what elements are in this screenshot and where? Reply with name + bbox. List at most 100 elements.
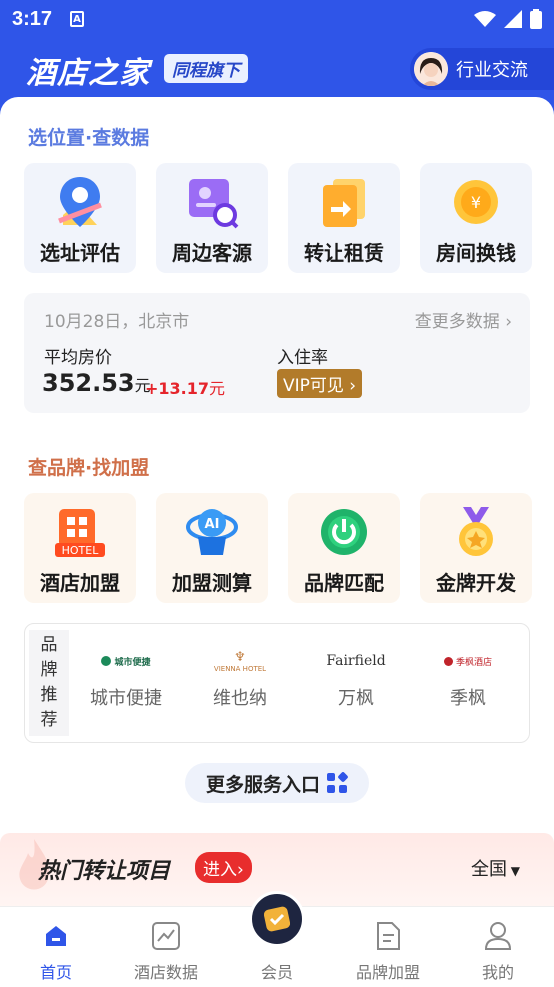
tab-brand-franchise[interactable]: 品牌加盟	[338, 919, 438, 983]
chevron-right-icon: ›	[343, 376, 357, 396]
hotel-icon: HOTEL	[53, 505, 107, 559]
main-content: 选位置·查数据 选址评估 周边客源 转让租赁 ¥ 房间换钱 10月28日，北京市…	[0, 97, 554, 987]
price-delta-unit: 元	[209, 379, 226, 398]
region-label: 全国	[470, 859, 507, 880]
brand-logo-jifeng: 季枫酒店	[423, 646, 513, 676]
tab-hotel-data[interactable]: 酒店数据	[116, 919, 216, 983]
tile-label: 房间换钱	[436, 241, 516, 265]
tab-label: 首页	[39, 963, 72, 982]
more-data-link[interactable]: 查更多数据 ›	[415, 307, 512, 332]
battery-icon	[530, 9, 542, 29]
tab-label: 酒店数据	[133, 963, 198, 982]
tile-label: 加盟测算	[172, 571, 252, 595]
coin-icon: ¥	[449, 175, 503, 229]
tile-label: 周边客源	[172, 241, 252, 265]
brand-name: 季枫	[450, 688, 486, 709]
section-title-brand: 查品牌·找加盟	[28, 457, 150, 479]
grid-icon	[327, 772, 348, 793]
enter-label: 进入	[203, 860, 237, 880]
profile-icon	[448, 919, 548, 953]
tile-hotel-franchise[interactable]: HOTEL 酒店加盟	[24, 493, 136, 603]
brand-name: 维也纳	[213, 688, 267, 709]
status-bar: 3:17 A	[0, 0, 554, 38]
brand-item[interactable]: ♆ VIENNA HOTEL 维也纳	[195, 646, 285, 710]
brand-item[interactable]: 城市便捷 城市便捷	[81, 646, 171, 710]
more-services-label: 更多服务入口	[205, 773, 320, 796]
location-tools: 选址评估 周边客源 转让租赁 ¥ 房间换钱	[24, 163, 532, 273]
price-delta: +13.17元	[145, 375, 225, 399]
avg-price-label: 平均房价	[44, 348, 112, 368]
tile-transfer-lease[interactable]: 转让租赁	[288, 163, 400, 273]
brand-item[interactable]: 季枫酒店 季枫	[423, 646, 513, 710]
svg-text:AI: AI	[205, 517, 220, 532]
brand-logo-chengshi: 城市便捷	[81, 646, 171, 676]
vip-label: VIP可见	[283, 376, 344, 396]
tile-nearby-customers[interactable]: 周边客源	[156, 163, 268, 273]
app-logo: 酒店之家	[26, 56, 150, 91]
status-icons	[474, 9, 542, 29]
map-pin-icon	[53, 175, 107, 229]
region-selector[interactable]: 全国 ▼	[471, 855, 520, 881]
brand-recommendations: 品 牌 推 荐 城市便捷 城市便捷 ♆ VIENNA HOTEL 维也纳 Fair…	[24, 623, 530, 743]
tile-label: 酒店加盟	[40, 571, 120, 595]
chevron-right-icon: ›	[237, 860, 244, 880]
member-icon	[249, 891, 305, 947]
more-services-button[interactable]: 更多服务入口	[185, 763, 369, 803]
vip-visible-button[interactable]: VIP可见 ›	[277, 369, 363, 398]
tile-label: 品牌匹配	[304, 571, 384, 595]
more-data-label: 查更多数据	[414, 312, 500, 332]
brand-tools: HOTEL 酒店加盟 AI 加盟测算 品牌匹配 金牌开发	[24, 493, 532, 603]
market-stats-card[interactable]: 10月28日，北京市 查更多数据 › 平均房价 352.53元 +13.17元 …	[24, 293, 530, 413]
signal-icon	[504, 10, 522, 28]
avg-price-value: 352.53元	[42, 369, 151, 397]
brand-doc-icon	[338, 919, 438, 953]
brand-name: 万枫	[338, 688, 374, 709]
tab-member[interactable]: 会员	[227, 891, 327, 983]
price-delta-number: +13.17	[145, 379, 210, 398]
bottom-tab-bar: 首页 酒店数据 会员 品牌加盟 我的	[0, 891, 554, 984]
brand-logo-vienna: ♆ VIENNA HOTEL	[213, 649, 267, 673]
power-match-icon	[317, 505, 371, 559]
stats-date: 10月28日，北京市	[44, 312, 190, 332]
heading-char: 品	[40, 635, 58, 655]
caret-down-icon: ▼	[506, 864, 520, 878]
industry-exchange-button[interactable]: 行业交流	[410, 48, 554, 90]
tile-brand-match[interactable]: 品牌匹配	[288, 493, 400, 603]
tab-mine[interactable]: 我的	[448, 919, 548, 983]
hot-transfer-title: 热门转让项目	[38, 859, 171, 884]
svg-text:¥: ¥	[471, 193, 481, 212]
brand-logo-fairfield: Fairfield	[326, 653, 386, 669]
tile-site-evaluation[interactable]: 选址评估	[24, 163, 136, 273]
brand-item[interactable]: Fairfield 万枫	[311, 646, 401, 710]
heading-char: 荐	[40, 710, 58, 730]
heading-char: 推	[40, 685, 58, 705]
tile-franchise-calc[interactable]: AI 加盟测算	[156, 493, 268, 603]
home-icon	[6, 919, 106, 953]
customer-search-icon	[185, 175, 239, 229]
tab-label: 我的	[481, 963, 514, 982]
occupancy-label: 入住率	[277, 348, 328, 368]
tile-label: 金牌开发	[436, 571, 516, 595]
notification-icon: A	[70, 11, 85, 27]
ai-robot-icon: AI	[185, 505, 239, 559]
tab-label: 品牌加盟	[355, 963, 420, 982]
avg-price-number: 352.53	[42, 369, 135, 397]
tile-label: 选址评估	[40, 241, 120, 265]
brand-recommend-heading: 品 牌 推 荐	[29, 630, 69, 736]
avatar	[414, 52, 448, 86]
tab-label: 会员	[260, 963, 293, 982]
section-title-location: 选位置·查数据	[28, 127, 150, 149]
wifi-icon	[474, 11, 496, 27]
gold-medal-icon	[449, 505, 503, 559]
logo-badge: 同程旗下	[164, 54, 248, 83]
brand-name: 城市便捷	[90, 688, 162, 709]
tab-home[interactable]: 首页	[6, 919, 106, 983]
hot-enter-button[interactable]: 进入›	[195, 852, 252, 883]
tile-room-cash[interactable]: ¥ 房间换钱	[420, 163, 532, 273]
tile-gold-development[interactable]: 金牌开发	[420, 493, 532, 603]
chevron-right-icon: ›	[499, 312, 512, 332]
app-header: 酒店之家 同程旗下 行业交流	[0, 38, 554, 98]
status-time: 3:17	[12, 7, 53, 30]
chart-icon	[116, 919, 216, 953]
transfer-doc-icon	[317, 175, 371, 229]
